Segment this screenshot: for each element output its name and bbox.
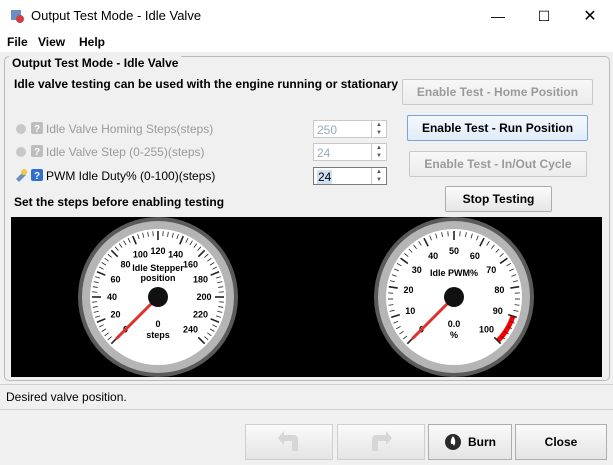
maximize-icon: ☐ [537,7,551,24]
tick-label: 80 [494,285,504,295]
valve-step-input[interactable]: 24 ▲ ▼ [313,143,387,161]
valve-step-label: Idle Valve Step (0-255)(steps) [46,145,205,159]
window-title: Output Test Mode - Idle Valve [31,8,202,23]
close-window-button[interactable]: ✕ [567,0,613,32]
spin-up-icon[interactable]: ▲ [372,121,386,129]
gauges-svg: 020406080100120140160180200220240Idle St… [78,217,534,377]
pwm-duty-value: 24 [317,170,333,184]
gauge-value: 0 [155,319,160,329]
gauge-area: 020406080100120140160180200220240Idle St… [11,217,602,377]
wrench-icon: ? [16,145,43,158]
tick-label: 20 [404,285,414,295]
tick-label: 60 [470,251,480,261]
gauge-title: Idle PWM% [430,268,478,278]
homing-steps-label: Idle Valve Homing Steps(steps) [46,122,214,136]
gauge-hub [148,287,168,307]
tick-label: 20 [110,310,120,320]
close-button[interactable]: Close [515,424,607,460]
gauge-hub [444,287,464,307]
tick-label: 70 [486,265,496,275]
tick-label: 200 [196,292,211,302]
spinner-arrows[interactable]: ▲ ▼ [371,121,386,137]
tick-label: 40 [428,251,438,261]
tick-label: 60 [110,274,120,284]
undo-button[interactable] [245,424,333,460]
stop-testing-button[interactable]: Stop Testing [445,186,552,212]
homing-steps-value: 250 [317,123,338,137]
enable-home-button[interactable]: Enable Test - Home Position [402,79,593,105]
valve-step-value: 24 [317,146,331,160]
redo-icon [372,431,392,451]
gauge-title: position [141,273,176,283]
menu-file[interactable]: File [7,35,28,49]
tick-label: 80 [120,259,130,269]
pwm-duty-input[interactable]: 24 ▲ ▼ [313,167,387,185]
wrench-icon: ? [16,122,43,135]
tick-label: 160 [183,259,198,269]
spin-down-icon[interactable]: ▼ [372,129,386,137]
gauge-title: Idle Stepper [132,263,184,273]
gauge-unit: % [450,330,458,340]
homing-steps-input[interactable]: 250 ▲ ▼ [313,120,387,138]
minimize-icon: — [491,8,505,24]
pwm-duty-label: PWM Idle Duty% (0-100)(steps) [46,169,216,183]
menu-help[interactable]: Help [79,35,105,49]
tick-label: 50 [449,246,459,256]
spin-up-icon[interactable]: ▲ [372,144,386,152]
spin-down-icon[interactable]: ▼ [372,152,386,160]
tick-label: 40 [107,292,117,302]
tick-label: 240 [183,325,198,335]
minimize-button[interactable]: — [475,0,521,32]
maximize-button[interactable]: ☐ [521,0,567,32]
gauge-value: 0.0 [448,319,461,329]
hint-text: Set the steps before enabling testing [14,195,225,209]
panel-title: Output Test Mode - Idle Valve [9,56,182,70]
tick-label: 140 [168,250,183,260]
svg-text:?: ? [34,147,40,158]
tick-label: 100 [479,325,494,335]
tick-label: 120 [150,246,165,256]
close-icon: ✕ [583,8,597,25]
wrench-icon: ? [16,169,43,182]
tick-label: 180 [193,274,208,284]
svg-text:?: ? [34,124,40,135]
undo-icon [278,431,298,451]
burn-button[interactable]: Burn [428,424,512,460]
redo-button[interactable] [337,424,425,460]
tick-label: 30 [412,265,422,275]
spinner-arrows[interactable]: ▲ ▼ [371,144,386,160]
enable-run-button[interactable]: Enable Test - Run Position [407,115,588,141]
spinner-arrows[interactable]: ▲ ▼ [371,168,386,184]
burn-icon [445,434,461,450]
spin-up-icon[interactable]: ▲ [372,168,386,176]
tick-label: 90 [493,306,503,316]
spin-down-icon[interactable]: ▼ [372,176,386,184]
tick-label: 220 [193,310,208,320]
intro-text: Idle valve testing can be used with the … [14,77,399,91]
tick-label: 100 [133,250,148,260]
burn-label: Burn [468,435,496,449]
status-text: Desired valve position. [6,390,127,404]
gauge-unit: steps [146,330,170,340]
enable-inout-button[interactable]: Enable Test - In/Out Cycle [409,151,587,177]
svg-text:?: ? [34,171,40,182]
menu-view[interactable]: View [38,35,65,49]
app-icon [11,10,24,23]
tick-label: 10 [405,306,415,316]
